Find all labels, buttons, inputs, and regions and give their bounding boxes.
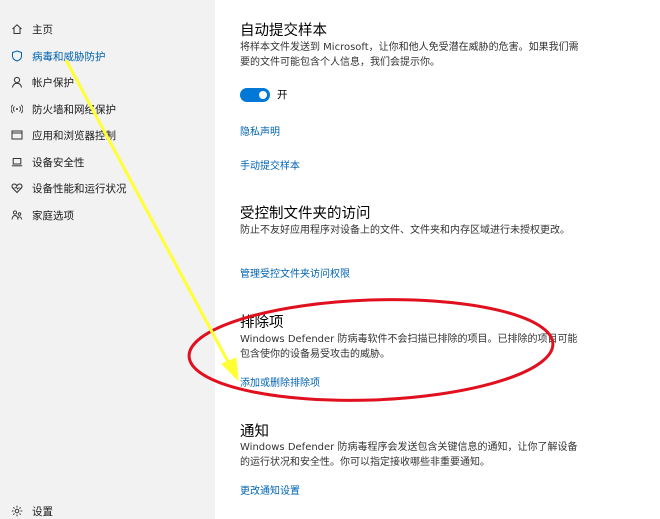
sidebar-item-family-options[interactable]: 家庭选项 (10, 205, 74, 225)
laptop-icon (10, 155, 24, 169)
wifi-icon (10, 102, 24, 116)
sidebar-settings-label: 设置 (32, 505, 53, 518)
shield-icon (10, 49, 24, 63)
add-remove-exclusions-link[interactable]: 添加或删除排除项 (240, 374, 320, 389)
sample-submission-toggle[interactable] (240, 88, 270, 102)
sidebar-item-account-protection[interactable]: 帐户保护 (10, 72, 74, 92)
sidebar-item-virus-protection[interactable]: 病毒和威胁防护 (10, 46, 106, 66)
exclusions-description: Windows Defender 防病毒软件不会扫描已排除的项目。已排除的项目可… (240, 334, 578, 360)
toggle-state-label: 开 (277, 89, 288, 101)
sidebar-item-label: 帐户保护 (32, 76, 74, 89)
sidebar-item-firewall[interactable]: 防火墙和网络保护 (10, 99, 116, 119)
change-notification-settings-link[interactable]: 更改通知设置 (240, 482, 300, 497)
privacy-statement-link[interactable]: 隐私声明 (240, 123, 280, 138)
toggle-knob (259, 91, 267, 99)
sidebar-item-app-browser-control[interactable]: 应用和浏览器控制 (10, 125, 116, 145)
notifications-description: Windows Defender 防病毒程序会发送包含关键信息的通知，让你了解设… (240, 442, 578, 468)
sidebar-item-label: 防火墙和网络保护 (32, 103, 116, 116)
sample-description: 将样本文件发送到 Microsoft，让你和他人免受潜在威胁的危害。如果我们需要… (240, 42, 579, 68)
heart-icon (10, 181, 24, 195)
manage-controlled-folder-access-link[interactable]: 管理受控文件夹访问权限 (240, 265, 350, 280)
windows-defender-window: 主页 病毒和威胁防护 帐户保护 防火墙和网络保护 应用和浏览器控制 设备安全性 … (0, 0, 660, 519)
main-content: 自动提交样本 将样本文件发送到 Microsoft，让你和他人免受潜在威胁的危害… (215, 0, 660, 519)
sidebar-item-label: 应用和浏览器控制 (32, 129, 116, 142)
section-title-sample-submission: 自动提交样本 (240, 23, 327, 39)
section-title-exclusions: 排除项 (240, 315, 284, 331)
sidebar-item-label: 病毒和威胁防护 (32, 50, 106, 63)
section-title-controlled-folder-access: 受控制文件夹的访问 (240, 206, 371, 222)
sidebar-item-settings[interactable]: 设置 (10, 501, 53, 519)
sidebar-item-home[interactable]: 主页 (10, 19, 53, 39)
sidebar-item-label: 设备安全性 (32, 156, 85, 169)
manual-submit-sample-link[interactable]: 手动提交样本 (240, 157, 300, 172)
cfa-description: 防止不友好应用程序对设备上的文件、文件夹和内存区域进行未授权更改。 (240, 225, 570, 236)
home-icon (10, 22, 24, 36)
browser-window-icon (10, 128, 24, 142)
sidebar-item-device-security[interactable]: 设备安全性 (10, 152, 85, 172)
sidebar-item-device-performance[interactable]: 设备性能和运行状况 (10, 178, 127, 198)
sidebar-item-label: 主页 (32, 23, 53, 36)
sidebar-item-label: 家庭选项 (32, 209, 74, 222)
section-title-notifications: 通知 (240, 424, 269, 440)
person-icon (10, 75, 24, 89)
sidebar-item-label: 设备性能和运行状况 (32, 182, 127, 195)
sidebar-nav: 主页 病毒和威胁防护 帐户保护 防火墙和网络保护 应用和浏览器控制 设备安全性 … (0, 0, 215, 519)
gear-icon (10, 504, 24, 518)
family-icon (10, 208, 24, 222)
